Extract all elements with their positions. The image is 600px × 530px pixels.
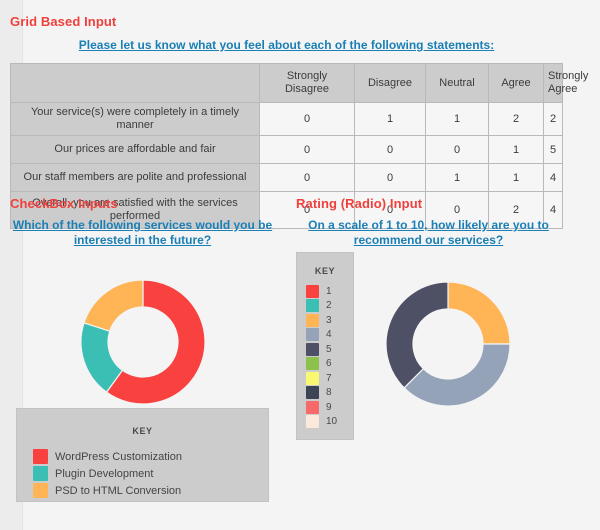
legend-label: 9 bbox=[326, 401, 332, 413]
column-header-strongly-agree: Strongly Agree bbox=[543, 63, 588, 103]
legend-swatch-icon bbox=[306, 400, 319, 414]
legend-swatch-icon bbox=[306, 357, 319, 371]
cell-value: 1 bbox=[425, 163, 489, 192]
legend-swatch-icon bbox=[306, 342, 319, 356]
donut-slice-4[interactable] bbox=[402, 343, 511, 407]
column-header-neutral: Neutral bbox=[425, 63, 489, 103]
legend-label: Plugin Development bbox=[55, 467, 154, 480]
checkbox-legend-title: KEY bbox=[132, 426, 153, 436]
grid-section-title: Grid Based Input bbox=[10, 14, 117, 29]
cell-value: 2 bbox=[543, 102, 563, 136]
legend-swatch-icon bbox=[306, 299, 319, 313]
legend-label: 10 bbox=[326, 416, 338, 428]
table-header-row: Strongly Disagree Disagree Neutral Agree… bbox=[10, 63, 588, 103]
rating-legend-title: KEY bbox=[314, 266, 336, 276]
cell-value: 0 bbox=[259, 163, 355, 192]
legend-item: 3 bbox=[306, 313, 353, 328]
legend-swatch-icon bbox=[306, 328, 319, 342]
legend-swatch-icon bbox=[306, 386, 319, 400]
donut-slice-3[interactable] bbox=[446, 281, 511, 345]
legend-item: 7 bbox=[306, 371, 353, 386]
cell-value: 0 bbox=[425, 135, 489, 164]
legend-label: 1 bbox=[326, 285, 332, 297]
legend-item: WordPress Customization bbox=[33, 449, 268, 464]
legend-swatch-icon bbox=[33, 449, 48, 464]
cell-value: 0 bbox=[354, 163, 426, 192]
checkbox-donut-svg bbox=[79, 279, 206, 405]
legend-label: 6 bbox=[326, 358, 332, 370]
legend-item: 2 bbox=[306, 299, 353, 314]
row-label: Our staff members are polite and profess… bbox=[10, 163, 260, 192]
legend-swatch-icon bbox=[306, 371, 319, 385]
cell-value: 1 bbox=[425, 102, 489, 136]
legend-label: WordPress Customization bbox=[55, 450, 182, 463]
legend-item: 6 bbox=[306, 357, 353, 372]
cell-value: 0 bbox=[259, 102, 355, 136]
legend-swatch-icon bbox=[33, 466, 48, 481]
legend-item: 9 bbox=[306, 400, 353, 415]
legend-item: PSD to HTML Conversion bbox=[33, 483, 268, 498]
table-row: Our staff members are polite and profess… bbox=[10, 163, 563, 192]
legend-item: 5 bbox=[306, 342, 353, 357]
cell-value: 0 bbox=[354, 135, 426, 164]
rating-section-title: Rating (Radio) Input bbox=[296, 196, 423, 211]
cell-value: 0 bbox=[259, 135, 355, 164]
row-label: Our prices are affordable and fair bbox=[10, 135, 260, 164]
column-header-strongly-disagree: Strongly Disagree bbox=[259, 63, 355, 103]
row-label: Your service(s) were completely in a tim… bbox=[10, 102, 260, 136]
table-row: Your service(s) were completely in a tim… bbox=[10, 102, 563, 136]
legend-swatch-icon bbox=[306, 415, 319, 429]
legend-item: 1 bbox=[306, 284, 353, 299]
cell-value: 1 bbox=[354, 102, 426, 136]
legend-swatch-icon bbox=[33, 483, 48, 498]
legend-label: 2 bbox=[326, 300, 332, 312]
donut-slice-psd-to-html-conversion[interactable] bbox=[82, 279, 144, 332]
legend-label: 4 bbox=[326, 329, 332, 341]
cell-value: 2 bbox=[488, 102, 544, 136]
rating-radio-input-section: Rating (Radio) Input On a scale of 1 to … bbox=[296, 196, 561, 440]
legend-label: 5 bbox=[326, 343, 332, 355]
rating-donut-svg bbox=[384, 281, 511, 407]
cell-value: 4 bbox=[543, 163, 563, 192]
checkbox-section-title: CheckBox Inputs bbox=[10, 196, 118, 211]
checkbox-legend-box: KEY WordPress Customization Plugin Devel… bbox=[16, 408, 269, 502]
legend-label: 3 bbox=[326, 314, 332, 326]
checkbox-inputs-section: CheckBox Inputs Which of the following s… bbox=[10, 196, 275, 502]
legend-label: PSD to HTML Conversion bbox=[55, 484, 182, 497]
legend-item: 4 bbox=[306, 328, 353, 343]
legend-swatch-icon bbox=[306, 284, 319, 298]
legend-item: Plugin Development bbox=[33, 466, 268, 481]
column-header-agree: Agree bbox=[488, 63, 544, 103]
cell-value: 1 bbox=[488, 135, 544, 164]
legend-item: 10 bbox=[306, 415, 353, 430]
checkbox-question-link[interactable]: Which of the following services would yo… bbox=[10, 218, 275, 248]
legend-label: 7 bbox=[326, 372, 332, 384]
cell-value: 1 bbox=[488, 163, 544, 192]
column-header-disagree: Disagree bbox=[354, 63, 426, 103]
table-row: Our prices are affordable and fair 0 0 0… bbox=[10, 135, 563, 164]
cell-value: 5 bbox=[543, 135, 563, 164]
rating-legend-box: KEY 1 2 3 4 5 6 7 8 9 10 bbox=[296, 252, 354, 440]
donut-slice-5[interactable] bbox=[384, 281, 449, 389]
rating-donut-chart[interactable] bbox=[334, 258, 561, 438]
table-corner-header bbox=[10, 63, 260, 103]
grid-question-link[interactable]: Please let us know what you feel about e… bbox=[10, 38, 563, 53]
rating-question-link[interactable]: On a scale of 1 to 10, how likely are yo… bbox=[296, 218, 561, 248]
legend-label: 8 bbox=[326, 387, 332, 399]
legend-item: 8 bbox=[306, 386, 353, 401]
legend-swatch-icon bbox=[306, 313, 319, 327]
